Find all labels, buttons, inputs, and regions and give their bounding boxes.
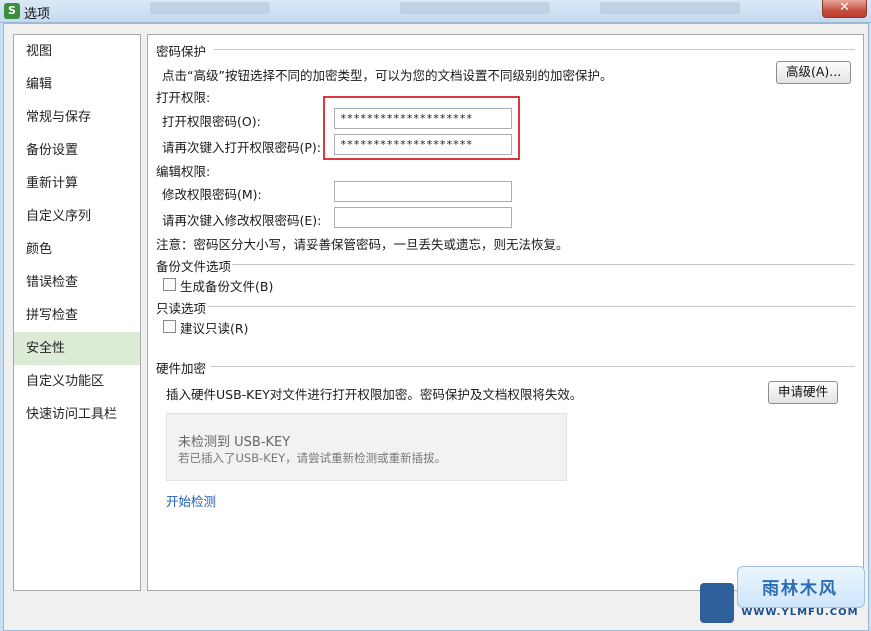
readonly-checkbox[interactable] [163,320,176,333]
red-highlight-box [323,96,520,160]
open-permission-heading: 打开权限: [156,90,211,105]
start-detect-link[interactable]: 开始检测 [166,491,216,510]
readonly-checkbox-label[interactable]: 建议只读(R) [180,318,248,337]
close-button[interactable]: ✕ [822,0,867,18]
wps-app-icon: S [4,3,20,19]
open-password-confirm-label: 请再次键入打开权限密码(P): [162,140,322,155]
sidebar-item[interactable]: 重新计算 [14,167,140,200]
edit-password-input[interactable] [334,181,512,202]
watermark-decoration [700,583,734,623]
usb-status-hint: 若已插入了USB-KEY，请尝试重新检测或重新插拔。 [178,451,447,465]
apply-hardware-button[interactable]: 申请硬件 [768,381,839,404]
watermark-brand: 雨林木风 [762,579,838,599]
sidebar-item[interactable]: 自定义功能区 [14,365,140,398]
sidebar-item[interactable]: 常规与保存 [14,101,140,134]
sidebar-item[interactable]: 视图 [14,35,140,68]
divider [232,264,855,265]
edit-password-label: 修改权限密码(M): [162,187,262,202]
divider [214,49,855,50]
title-bar: S 选项 ✕ [0,0,871,23]
security-panel: 密码保护 点击“高级”按钮选择不同的加密类型，可以为您的文档设置不同级别的加密保… [147,34,864,591]
backup-checkbox[interactable] [163,278,176,291]
background-blur [600,2,740,14]
hardware-description: 插入硬件USB-KEY对文件进行打开权限加密。密码保护及文档权限将失效。 [166,387,583,402]
edit-password-confirm-input[interactable] [334,207,512,228]
sidebar-item[interactable]: 拼写检查 [14,299,140,332]
options-dialog: 视图 编辑 常规与保存 备份设置 重新计算 自定义序列 颜色 错误检查 拼写检查 安全性 自定义功能… [3,23,869,631]
watermark-url: WWW.YLMFU.COM [741,607,859,618]
edit-permission-heading: 编辑权限: [156,164,211,179]
sidebar-item[interactable]: 颜色 [14,233,140,266]
watermark: 雨林木风 WWW.YLMFU.COM [737,566,865,626]
usb-status-box: 未检测到 USB-KEY 若已插入了USB-KEY，请尝试重新检测或重新插拔。 [166,413,567,481]
sidebar-item[interactable]: 备份设置 [14,134,140,167]
sidebar-item[interactable]: 自定义序列 [14,200,140,233]
options-sidebar: 视图 编辑 常规与保存 备份设置 重新计算 自定义序列 颜色 错误检查 拼写检查 安全性 自定义功能… [13,34,141,591]
edit-password-confirm-label: 请再次键入修改权限密码(E): [162,213,322,228]
sidebar-item[interactable]: 快速访问工具栏 [14,398,140,431]
sidebar-item[interactable]: 安全性 [14,332,140,365]
window-title: 选项 [24,7,51,22]
background-blur [150,2,270,14]
advanced-button[interactable]: 高级(A)... [776,61,852,84]
background-blur [400,2,550,14]
divider [210,366,855,367]
password-note: 注意：密码区分大小写，请妥善保管密码，一旦丢失或遗忘，则无法恢复。 [156,237,569,252]
usb-status-title: 未检测到 USB-KEY [178,435,291,450]
divider [208,306,855,307]
hardware-heading: 硬件加密 [156,361,207,376]
password-protection-heading: 密码保护 [156,44,207,59]
sidebar-item[interactable]: 编辑 [14,68,140,101]
backup-heading: 备份文件选项 [156,259,232,274]
sidebar-item[interactable]: 错误检查 [14,266,140,299]
open-password-label: 打开权限密码(O): [162,114,261,129]
backup-checkbox-label[interactable]: 生成备份文件(B) [180,276,273,295]
password-protection-description: 点击“高级”按钮选择不同的加密类型，可以为您的文档设置不同级别的加密保护。 [162,68,613,83]
readonly-heading: 只读选项 [156,301,207,316]
